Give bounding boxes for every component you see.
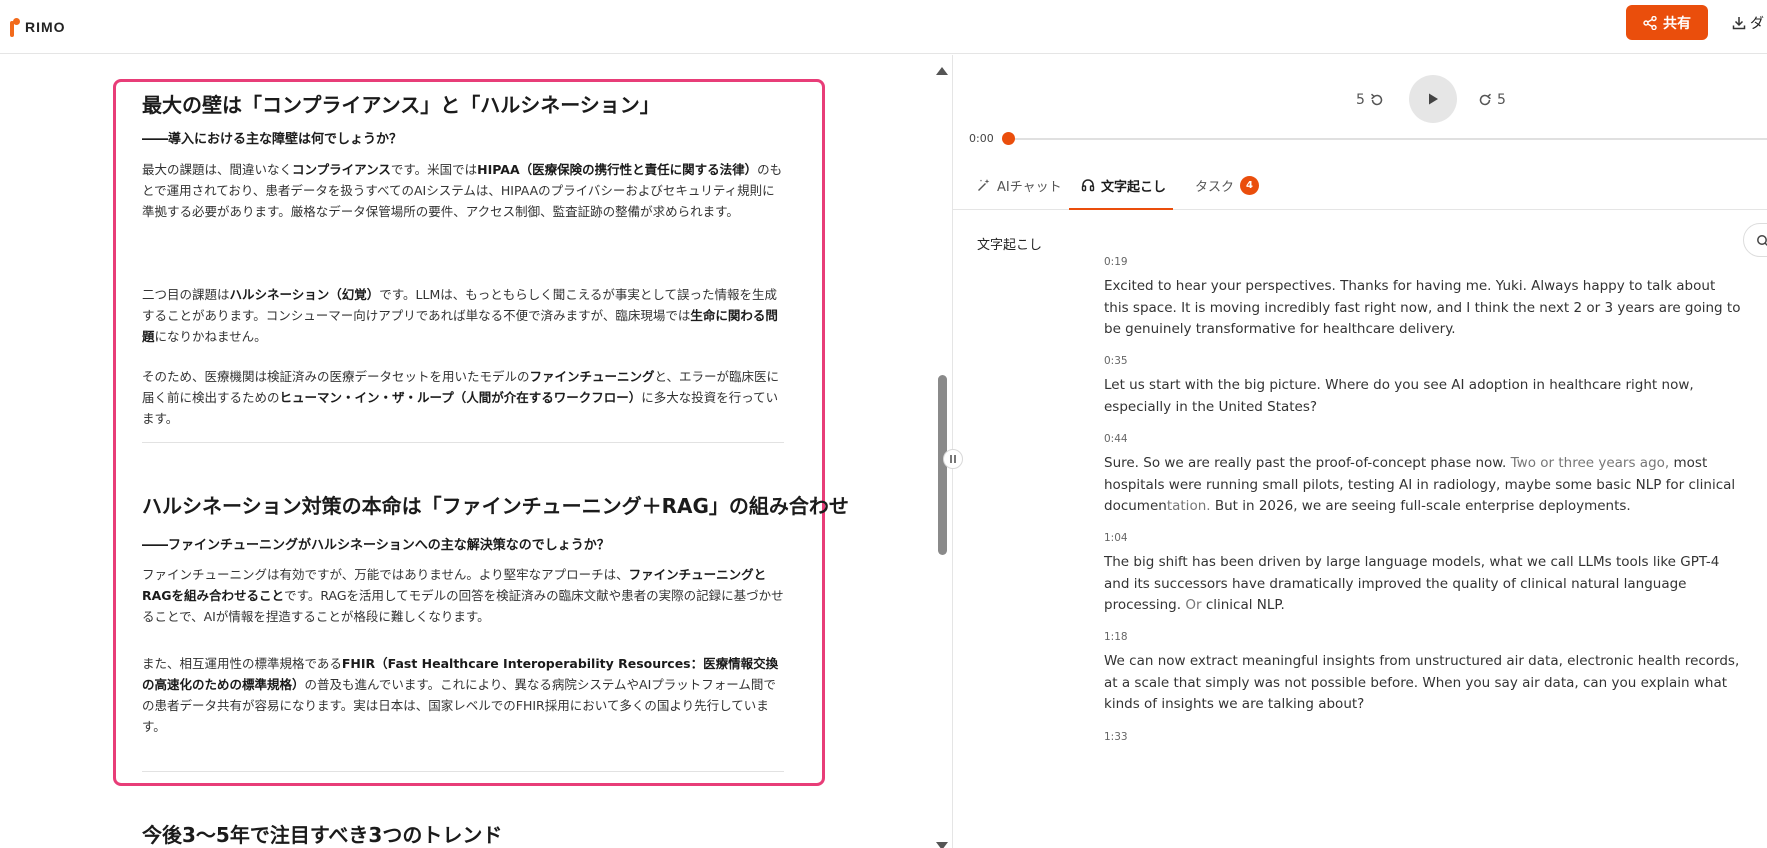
progress-bar[interactable]	[1003, 138, 1767, 140]
transcript-segment[interactable]: 0:44 Sure. So we are really past the pro…	[1104, 433, 1744, 518]
transcript-segment[interactable]: 0:35 Let us start with the big picture. …	[1104, 355, 1744, 418]
tab-bar: AIチャット 文字起こし タスク 4	[953, 160, 1767, 210]
tab-transcript[interactable]: 文字起こし	[1081, 160, 1166, 210]
paragraph: 最大の課題は、間違いなくコンプライアンスです。米国ではHIPAA（医療保険の携行…	[142, 162, 783, 219]
section-divider	[142, 442, 784, 443]
audio-player: 5 5 0:00	[953, 55, 1767, 165]
download-button[interactable]: ダ	[1732, 10, 1764, 36]
logo-text: RIMO	[25, 19, 66, 35]
tab-task-label: タスク	[1195, 179, 1235, 195]
segment-timestamp[interactable]: 1:04	[1104, 532, 1744, 548]
segment-text: We can now extract meaningful insights f…	[1104, 653, 1740, 712]
headphones-icon	[1081, 179, 1095, 192]
transcript-segment[interactable]: 0:19 Excited to hear your perspectives. …	[1104, 256, 1744, 341]
tab-transcript-label: 文字起こし	[1101, 179, 1167, 195]
download-icon	[1732, 17, 1746, 30]
segment-text: Let us start with the big picture. Where…	[1104, 377, 1694, 415]
fast-forward-icon	[1479, 93, 1491, 106]
segment-text: The big shift has been driven by large l…	[1104, 554, 1720, 613]
transcript-segment[interactable]: 1:04 The big shift has been driven by la…	[1104, 532, 1744, 617]
app-header: RIMO 共有 ダ	[0, 0, 1767, 54]
sparkle-wand-icon	[978, 179, 990, 191]
share-icon	[1643, 15, 1657, 30]
section-title: ハルシネーション対策の本命は「ファインチューニング＋RAG」の組み合わせ	[142, 494, 849, 518]
rewind-icon	[1370, 93, 1383, 106]
segment-text: Sure. So we are really past the proof-of…	[1104, 455, 1736, 514]
transcript-segment[interactable]: 1:33	[1104, 731, 1744, 747]
segment-timestamp[interactable]: 1:18	[1104, 631, 1744, 647]
skip-back-button[interactable]: 5	[1356, 90, 1385, 110]
skip-forward-seconds: 5	[1497, 92, 1506, 108]
tab-ai-chat-label: AIチャット	[997, 179, 1062, 195]
transcript-panel: 5 5 0:00 AIチャット 文字起こし タスク 4 文字起こし 0:19 E…	[953, 55, 1767, 848]
segment-timestamp[interactable]: 0:35	[1104, 355, 1744, 371]
segment-timestamp[interactable]: 0:19	[1104, 256, 1744, 272]
article-panel: 最大の壁は「コンプライアンス」と「ハルシネーション」 ――導入における主な障壁は…	[0, 55, 952, 848]
segment-text: Excited to hear your perspectives. Thank…	[1104, 278, 1741, 337]
tab-task[interactable]: タスク 4	[1195, 160, 1260, 210]
transcript-segment[interactable]: 1:18 We can now extract meaningful insig…	[1104, 631, 1744, 716]
skip-back-seconds: 5	[1356, 92, 1365, 108]
segment-timestamp[interactable]: 1:33	[1104, 731, 1744, 747]
paragraph: そのため、医療機関は検証済みの医療データセットを用いたモデルのファインチューニン…	[142, 369, 780, 426]
paragraph: ファインチューニングは有効ですが、万能ではありません。より堅牢なアプローチは、フ…	[142, 567, 784, 624]
play-button[interactable]	[1409, 75, 1457, 123]
search-icon	[1757, 235, 1767, 247]
transcript-heading: 文字起こし	[977, 238, 1043, 253]
section-subtitle: ――ファインチューニングがハルシネーションへの主な解決策なのでしょうか？	[142, 538, 610, 553]
tab-ai-chat[interactable]: AIチャット	[977, 160, 1062, 210]
scroll-up-arrow-icon[interactable]	[936, 67, 948, 75]
play-icon	[1429, 93, 1438, 105]
scroll-down-arrow-icon[interactable]	[936, 842, 948, 848]
share-label: 共有	[1663, 15, 1691, 32]
logo-mark-icon	[8, 17, 20, 37]
progress-knob[interactable]	[1002, 132, 1015, 145]
rimo-logo[interactable]: RIMO	[8, 14, 66, 40]
download-label: ダ	[1750, 16, 1764, 32]
task-count-badge: 4	[1240, 175, 1260, 195]
active-tab-indicator	[1069, 208, 1173, 210]
current-time: 0:00	[969, 132, 994, 145]
section-title: 最大の壁は「コンプライアンス」と「ハルシネーション」	[142, 93, 660, 117]
section-divider	[142, 771, 784, 772]
section-subtitle: ――導入における主な障壁は何でしょうか？	[142, 132, 403, 147]
transcript-search-button[interactable]	[1743, 223, 1767, 257]
paragraph: 二つ目の課題はハルシネーション（幻覚）です。LLMは、もっともらしく聞こえるが事…	[142, 287, 778, 344]
paragraph: また、相互運用性の標準規格であるFHIR（Fast Healthcare Int…	[142, 656, 779, 734]
section-title: 今後3〜5年で注目すべき3つのトレンド	[142, 823, 503, 847]
share-button[interactable]: 共有	[1626, 5, 1708, 40]
skip-forward-button[interactable]: 5	[1477, 90, 1506, 110]
segment-timestamp[interactable]: 0:44	[1104, 433, 1744, 449]
